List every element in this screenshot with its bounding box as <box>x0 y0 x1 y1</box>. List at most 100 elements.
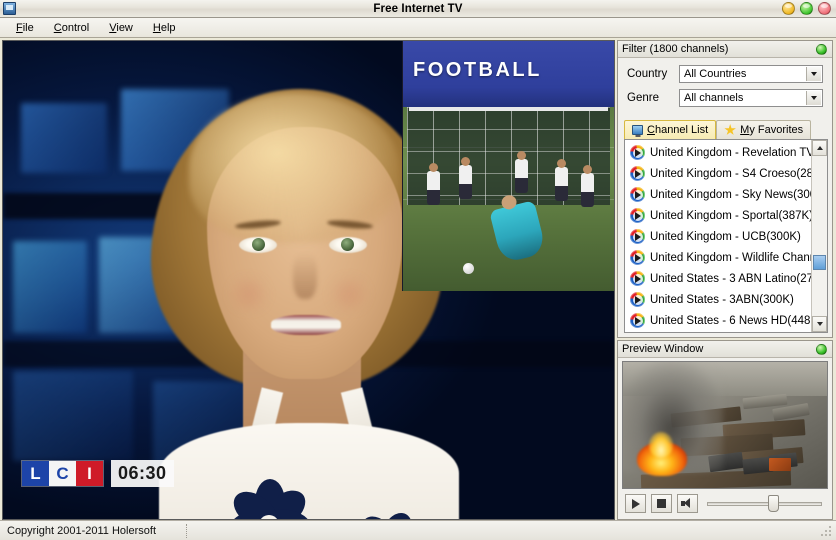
tab-my-favorites-accel: M <box>740 124 750 136</box>
list-item-label: United Kingdom - Sportal(387K) <box>650 209 811 222</box>
genre-label: Genre <box>627 92 659 104</box>
list-item[interactable]: United States - 3 ABN Latino(273K) <box>627 268 811 289</box>
tab-strip: Channel List My Favorites <box>618 118 832 139</box>
channel-icon <box>630 292 645 307</box>
volume-slider[interactable] <box>707 494 822 513</box>
country-value: All Countries <box>684 68 747 80</box>
scrollbar-track[interactable] <box>812 156 827 316</box>
filter-group: Filter (1800 channels) Country All Count… <box>617 40 833 338</box>
volume-slider-track[interactable] <box>707 501 822 506</box>
list-item-label: United Kingdom - Revelation TV(500K) <box>650 146 811 159</box>
volume-button[interactable] <box>677 494 698 513</box>
resize-grip[interactable] <box>820 525 833 538</box>
scroll-down-icon[interactable] <box>812 316 827 332</box>
channel-list-viewport: United Kingdom - Revelation TV(500K) Uni… <box>625 140 811 332</box>
filter-body: Country All Countries Genre All channels <box>618 58 832 118</box>
volume-slider-thumb[interactable] <box>767 495 779 512</box>
anchor-iris <box>341 238 354 251</box>
anchor-cheek <box>225 277 273 311</box>
video-player[interactable]: L C I 06:30 FOOTBALL <box>2 40 615 520</box>
on-screen-clock: 06:30 <box>111 460 174 487</box>
list-item-label: United Kingdom - Sky News(300K) <box>650 188 811 201</box>
channel-icon <box>630 145 645 160</box>
tab-my-favorites[interactable]: My Favorites <box>716 120 812 139</box>
list-item-label: United Kingdom - UCB(300K) <box>650 230 801 243</box>
list-item-label: United Kingdom - S4 Croeso(289K) <box>650 167 811 180</box>
minimize-button[interactable] <box>782 2 795 15</box>
maximize-button[interactable] <box>800 2 813 15</box>
stop-button[interactable] <box>651 494 672 513</box>
copyright-text: Copyright 2001-2011 Holersoft <box>7 524 156 537</box>
picture-in-picture-inset[interactable]: FOOTBALL <box>402 41 614 291</box>
list-item[interactable]: United States - 6 News HD(448K) <box>627 310 811 331</box>
menu-help[interactable]: Help <box>143 20 186 36</box>
channel-icon <box>630 166 645 181</box>
country-select[interactable]: All Countries <box>679 65 823 83</box>
country-filter-row: Country All Countries <box>627 65 823 83</box>
channel-list[interactable]: United Kingdom - Revelation TV(500K) Uni… <box>624 139 828 333</box>
play-icon <box>631 498 640 509</box>
preview-header-label: Preview Window <box>622 343 704 355</box>
list-item[interactable]: United Kingdom - Wildlife Channel(791 <box>627 247 811 268</box>
list-item[interactable]: United Kingdom - S4 Croeso(289K) <box>627 163 811 184</box>
lci-letter-i: I <box>76 461 103 486</box>
play-button[interactable] <box>625 494 646 513</box>
player <box>427 163 440 205</box>
menu-file-accel: F <box>16 21 23 34</box>
goalkeeper <box>489 200 547 264</box>
tab-my-favorites-label: y Favorites <box>749 124 804 136</box>
stop-icon <box>657 499 666 508</box>
channel-icon <box>630 250 645 265</box>
anchor-iris <box>252 238 265 251</box>
tab-channel-list-accel: C <box>647 124 655 136</box>
tab-channel-list-label: hannel List <box>654 124 709 136</box>
country-label: Country <box>627 68 668 80</box>
star-icon <box>724 124 736 135</box>
chevron-down-icon[interactable] <box>806 91 821 105</box>
list-item[interactable]: United States - 3ABN(300K) <box>627 289 811 310</box>
window-title: Free Internet TV <box>373 2 463 15</box>
preview-controls <box>618 489 832 519</box>
lci-logo: L C I <box>21 460 104 487</box>
list-item[interactable]: United Kingdom - UCB(300K) <box>627 226 811 247</box>
floral-print <box>341 507 437 519</box>
scrollbar-thumb[interactable] <box>813 255 826 271</box>
preview-video[interactable] <box>622 361 828 489</box>
title-bar[interactable]: Free Internet TV <box>0 0 836 18</box>
inset-title: FOOTBALL <box>413 59 542 81</box>
list-item[interactable]: United Kingdom - Sky News(300K) <box>627 184 811 205</box>
lci-letter-c: C <box>49 461 76 486</box>
channel-list-scrollbar[interactable] <box>811 140 827 332</box>
menu-file-label: ile <box>22 21 34 34</box>
player <box>581 165 594 207</box>
body-split: L C I 06:30 FOOTBALL Filter (1800 channe… <box>0 38 836 520</box>
right-panel: Filter (1800 channels) Country All Count… <box>617 40 836 520</box>
close-button[interactable] <box>818 2 831 15</box>
volume-icon <box>680 498 695 509</box>
list-item[interactable]: United Kingdom - Sportal(387K) <box>627 205 811 226</box>
menu-view[interactable]: View <box>99 20 143 36</box>
chevron-down-icon[interactable] <box>806 67 821 81</box>
menu-control-label: ontrol <box>61 21 90 34</box>
list-item[interactable]: United Kingdom - Revelation TV(500K) <box>627 142 811 163</box>
menu-bar: File Control View Help <box>0 18 836 38</box>
floral-print <box>221 475 317 519</box>
app-window: Free Internet TV File Control View Help <box>0 0 836 540</box>
channel-icon <box>630 187 645 202</box>
menu-control[interactable]: Control <box>44 20 99 36</box>
preview-status-led <box>816 344 827 355</box>
anchor-hair-highlight <box>189 93 399 243</box>
genre-value: All channels <box>684 92 744 104</box>
filter-header: Filter (1800 channels) <box>618 41 832 58</box>
football <box>463 263 474 274</box>
channel-icon <box>630 208 645 223</box>
tab-channel-list[interactable]: Channel List <box>624 120 717 139</box>
anchor-nose <box>293 253 317 299</box>
studio-monitor <box>13 241 87 333</box>
menu-file[interactable]: File <box>6 20 44 36</box>
scroll-up-icon[interactable] <box>812 140 827 156</box>
status-separator <box>186 524 187 538</box>
menu-help-label: elp <box>160 21 176 34</box>
monitor-icon <box>632 125 643 135</box>
genre-select[interactable]: All channels <box>679 89 823 107</box>
